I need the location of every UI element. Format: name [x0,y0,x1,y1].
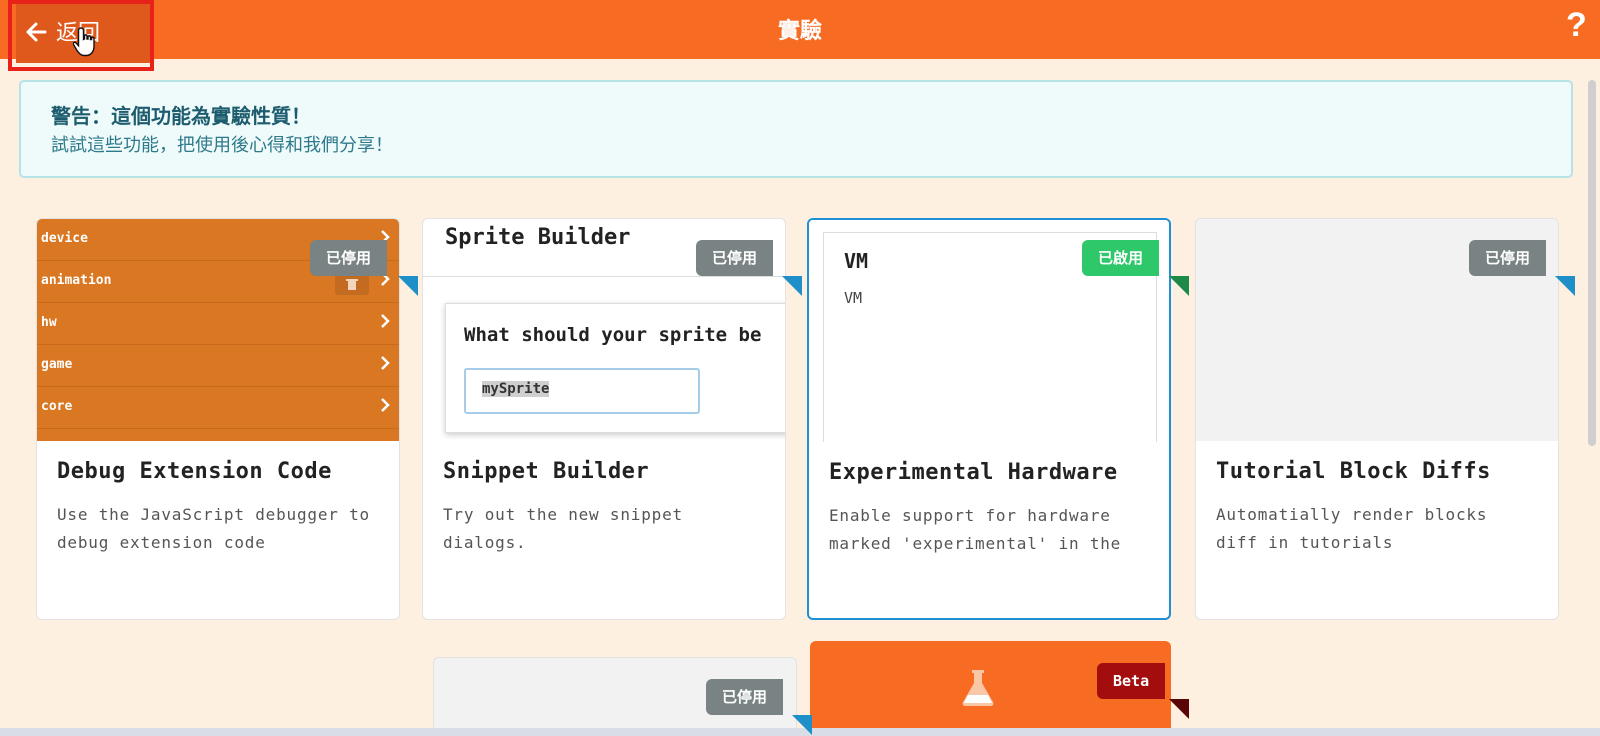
card-description: Automatially render blocks diff in tutor… [1216,505,1488,552]
ribbon-fold [1555,276,1575,296]
status-badge: 已停用 [1469,240,1547,276]
status-badge: 已停用 [696,240,774,276]
extension-name: hw [41,315,57,330]
extension-name: device [41,231,88,246]
ribbon-fold [1169,699,1189,719]
list-item: hw [37,303,399,345]
experimental-warning: 警告：這個功能為實驗性質！ 試試這些功能，把使用後心得和我們分享！ [19,80,1573,178]
card-debug-extension-code[interactable]: device animation hw game core Debug Exte… [36,218,400,620]
chevron-right-icon [381,398,390,412]
ribbon-fold [1169,276,1189,296]
chevron-right-icon [381,314,390,328]
preview-title: VM [844,249,869,273]
card-experimental-hardware[interactable]: VM VM Experimental Hardware Enable suppo… [807,218,1171,620]
card-snippet-builder[interactable]: Sprite Builder What should your sprite b… [422,218,786,620]
preview-input: mySprite [464,368,700,414]
top-bar: 返回 實驗 ? [0,0,1600,71]
chevron-right-icon [381,356,390,370]
status-badge: 已停用 [310,240,388,276]
card-title: Tutorial Block Diffs [1216,459,1491,484]
extension-name: game [41,357,73,372]
list-item: core [37,387,399,429]
card-description: Try out the new snippet dialogs. [443,505,683,552]
warning-body: 試試這些功能，把使用後心得和我們分享！ [51,135,393,156]
card-title: Debug Extension Code [57,459,332,484]
card-description: Use the JavaScript debugger to debug ext… [57,505,370,552]
beta-badge: Beta [1097,663,1166,699]
card-description: Enable support for hardware marked 'expe… [829,506,1122,553]
ribbon-fold [782,276,802,296]
warning-title: 警告：這個功能為實驗性質！ [51,104,311,128]
list-item: game [37,345,399,387]
preview-header-title: Sprite Builder [445,225,631,250]
status-badge: 已停用 [706,679,784,715]
card-tutorial-block-diffs[interactable]: Tutorial Block Diffs Automatially render… [1195,218,1559,620]
preview-input-value: mySprite [482,381,550,397]
extension-name: core [41,399,73,414]
trash-icon [335,273,369,295]
card-title: Experimental Hardware [829,460,1118,485]
preview-question: What should your sprite be [464,324,762,346]
page-title: 實驗 [777,19,822,44]
card-title: Snippet Builder [443,459,650,484]
ribbon-fold [398,276,418,296]
preview-subtitle: VM [844,289,863,307]
help-button[interactable]: ? [1566,6,1587,45]
flask-icon [962,670,994,706]
scrollbar-thumb[interactable] [1588,80,1596,446]
status-badge: 已啟用 [1082,240,1160,276]
ribbon-fold [792,715,812,735]
preview-dialog: What should your sprite be mySprite [445,303,785,433]
extension-name: animation [41,273,112,288]
